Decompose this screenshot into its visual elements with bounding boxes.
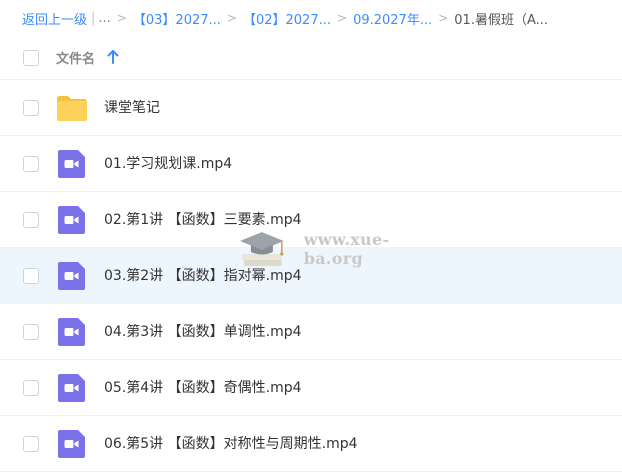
breadcrumb-item-2[interactable]: 【02】2027...: [243, 9, 331, 28]
row-checkbox[interactable]: [23, 100, 39, 116]
breadcrumb-item-3[interactable]: 09.2027年...: [353, 9, 432, 28]
file-name[interactable]: 03.第2讲 【函数】指对幂.mp4: [104, 248, 302, 304]
row-checkbox[interactable]: [23, 436, 39, 452]
file-name[interactable]: 06.第5讲 【函数】对称性与周期性.mp4: [104, 416, 358, 472]
file-list-header: 文件名: [0, 36, 622, 80]
row-checkbox[interactable]: [23, 380, 39, 396]
video-file-icon: [58, 262, 85, 290]
row-checkbox[interactable]: [23, 156, 39, 172]
file-name[interactable]: 02.第1讲 【函数】三要素.mp4: [104, 192, 302, 248]
file-row-hovered[interactable]: 03.第2讲 【函数】指对幂.mp4: [0, 248, 622, 304]
row-checkbox[interactable]: [23, 268, 39, 284]
breadcrumb: 返回上一级 | ... > 【03】2027... > 【02】2027... …: [0, 0, 622, 36]
folder-icon: [57, 96, 87, 121]
file-row[interactable]: 01.学习规划课.mp4: [0, 136, 622, 192]
breadcrumb-item-1[interactable]: 【03】2027...: [133, 9, 221, 28]
file-row[interactable]: 02.第1讲 【函数】三要素.mp4: [0, 192, 622, 248]
column-header-filename[interactable]: 文件名: [56, 48, 95, 67]
back-link[interactable]: 返回上一级: [22, 9, 87, 28]
row-checkbox[interactable]: [23, 212, 39, 228]
video-file-icon: [58, 318, 85, 346]
arrow-up-icon[interactable]: [106, 49, 120, 65]
video-file-icon: [58, 430, 85, 458]
video-file-icon: [58, 150, 85, 178]
file-name[interactable]: 课堂笔记: [104, 80, 160, 136]
breadcrumb-separator: >: [337, 11, 348, 25]
file-row[interactable]: 04.第3讲 【函数】单调性.mp4: [0, 304, 622, 360]
file-name[interactable]: 04.第3讲 【函数】单调性.mp4: [104, 304, 302, 360]
file-name[interactable]: 01.学习规划课.mp4: [104, 136, 232, 192]
file-row[interactable]: 06.第5讲 【函数】对称性与周期性.mp4: [0, 416, 622, 472]
breadcrumb-pipe: |: [91, 10, 96, 26]
row-checkbox[interactable]: [23, 324, 39, 340]
breadcrumb-current: 01.暑假班（A...: [454, 12, 549, 28]
file-name[interactable]: 05.第4讲 【函数】奇偶性.mp4: [104, 360, 302, 416]
file-row[interactable]: 05.第4讲 【函数】奇偶性.mp4: [0, 360, 622, 416]
select-all-checkbox[interactable]: [23, 49, 39, 66]
video-file-icon: [58, 374, 85, 402]
breadcrumb-separator: >: [438, 11, 449, 25]
file-row[interactable]: 课堂笔记: [0, 80, 622, 136]
breadcrumb-separator: >: [116, 11, 127, 25]
breadcrumb-separator: >: [226, 11, 237, 25]
video-file-icon: [58, 206, 85, 234]
breadcrumb-ellipsis[interactable]: ...: [98, 11, 110, 26]
